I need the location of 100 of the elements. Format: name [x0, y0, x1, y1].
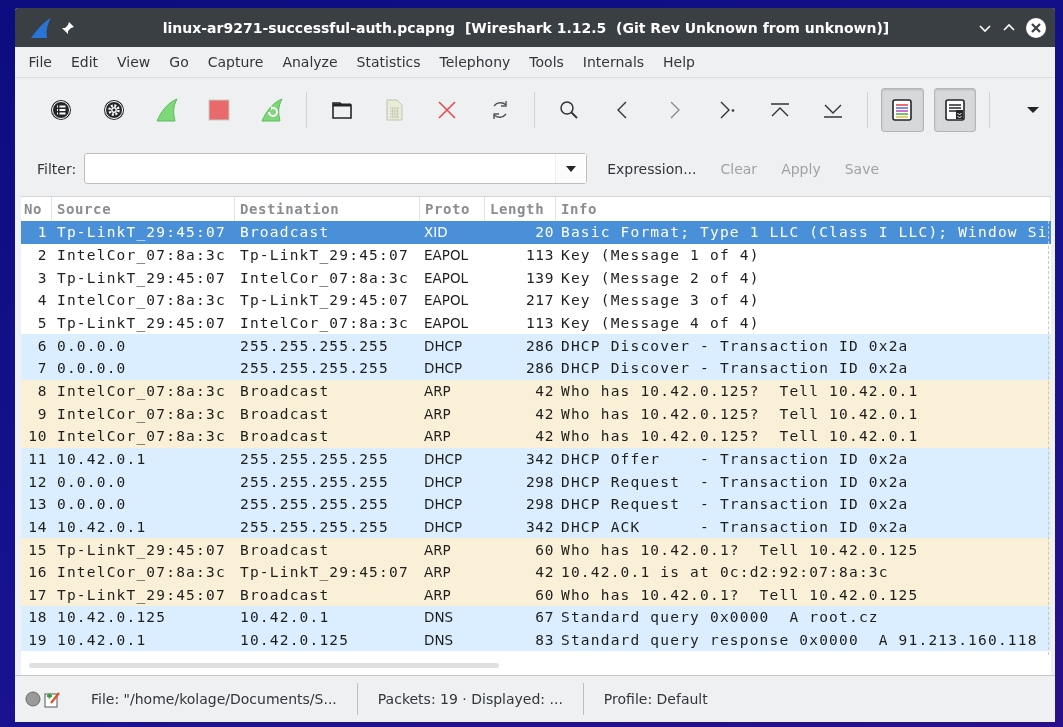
table-cell-text: 342: [525, 518, 555, 535]
table-cell-text: 255.255.255.255: [239, 473, 390, 490]
table-cell-text: Tp-LinkT_29:45:07: [56, 541, 227, 558]
table-cell-text: EAPOL: [423, 292, 470, 309]
filter-field[interactable]: [84, 153, 588, 184]
table-cell-text: ARP: [423, 586, 452, 603]
table-cell-text: 8: [36, 382, 48, 399]
packet-row[interactable]: 19 10.42.0.1 10.42.0.125 DNS 83 Standard query response 0x0000 A 91.213.160.118: [21, 628, 1051, 652]
table-cell-text: 83: [534, 632, 555, 649]
table-cell-text: DHCP Discover - Transaction ID 0x2a: [560, 337, 910, 354]
pin-icon[interactable]: [61, 20, 75, 35]
packet-row[interactable]: 8 IntelCor_07:8a:3c Broadcast ARP 42 Who has 10.42.0.125? Tell 10.42.0.1: [21, 379, 1051, 403]
table-cell-text: 15: [27, 541, 48, 558]
table-cell-text: Tp-LinkT_29:45:07: [56, 224, 227, 241]
table-cell-text: 67: [534, 609, 555, 626]
table-cell-text: 255.255.255.255: [239, 496, 390, 513]
table-cell-text: 217: [525, 292, 555, 309]
table-cell-text: IntelCor_07:8a:3c: [56, 247, 227, 263]
table-cell-text: 286: [525, 337, 555, 354]
table-cell-text: 12: [27, 473, 48, 490]
table-cell-text: Key (Message 1 of 4): [560, 247, 761, 263]
packet-row[interactable]: 15 Tp-LinkT_29:45:07 Broadcast ARP 60 Who has 10.42.0.1? Tell 10.42.0.125: [21, 538, 1051, 561]
table-cell-text: Key (Message 4 of 4): [560, 314, 761, 331]
menu-item[interactable]: File: [19, 54, 62, 70]
profile-text: Profile: Default: [603, 691, 708, 707]
table-cell-text: 10.42.0.125: [239, 632, 351, 649]
table-cell-text: Tp-LinkT_29:45:07: [239, 292, 410, 309]
table-cell-text: 16: [27, 564, 48, 581]
table-cell-text: 14: [27, 518, 48, 535]
table-cell-text: DHCP: [423, 496, 464, 513]
table-cell-text: 42: [534, 382, 555, 399]
menu-item[interactable]: Help: [653, 54, 705, 70]
table-cell-text: Tp-LinkT_29:45:07: [239, 564, 410, 581]
table-cell-text: 10.42.0.1: [56, 632, 148, 649]
menu-item[interactable]: Statistics: [347, 54, 431, 70]
table-cell-text: Broadcast: [239, 382, 331, 399]
table-cell-text: 11: [27, 450, 48, 467]
table-cell-text: DHCP: [423, 473, 464, 490]
table-cell-text: Broadcast: [239, 541, 331, 558]
menu-item[interactable]: Internals: [573, 54, 654, 70]
table-cell-text: 60: [534, 586, 555, 603]
packet-row[interactable]: 12 0.0.0.0 255.255.255.255 DHCP 298 DHCP Request - Transaction ID 0x2a: [21, 470, 1051, 493]
table-cell-text: 7: [36, 360, 48, 377]
packet-row[interactable]: 11 10.42.0.1 255.255.255.255 DHCP 342 DHCP Offer - Transaction ID 0x2a: [21, 447, 1051, 471]
table-cell-text: 6: [36, 337, 48, 354]
packet-row[interactable]: 18 10.42.0.125 10.42.0.1 DNS 67 Standard query 0x0000 A root.cz: [21, 606, 1051, 629]
table-cell-text: ARP: [423, 382, 452, 399]
document-scroll-icon: [943, 97, 967, 122]
table-cell-text: Tp-LinkT_29:45:07: [56, 314, 227, 331]
table-cell-text: 298: [525, 473, 555, 490]
table-cell-text: 0.0.0.0: [56, 337, 128, 354]
table-cell-text: 10.42.0.1 is at 0c:d2:92:07:8a:3c: [560, 564, 890, 581]
shark-fin-icon: [29, 15, 53, 40]
table-cell-text: 42: [534, 564, 555, 581]
menu-item[interactable]: View: [107, 54, 160, 70]
gear-icon: [102, 97, 126, 122]
dropdown-arrow-icon[interactable]: [566, 165, 577, 172]
packet-row[interactable]: 7 0.0.0.0 255.255.255.255 DHCP 286 DHCP Discover - Transaction ID 0x2a: [21, 356, 1051, 380]
table-cell-text: Who has 10.42.0.1? Tell 10.42.0.125: [560, 541, 920, 558]
table-cell-text: 10.42.0.125: [56, 609, 168, 626]
menu-item[interactable]: Analyze: [272, 54, 348, 70]
packet-row[interactable]: 6 0.0.0.0 255.255.255.255 DHCP 286 DHCP Discover - Transaction ID 0x2a: [21, 334, 1051, 357]
close-icon[interactable]: [1025, 16, 1047, 39]
toolbar-button[interactable]: [881, 87, 924, 132]
table-cell-text: DHCP: [423, 360, 464, 377]
menu-item[interactable]: Telephony: [430, 54, 520, 70]
packet-row[interactable]: 16 IntelCor_07:8a:3c Tp-LinkT_29:45:07 ARP 42 10.42.0.1 is at 0c:d2:92:07:8a:3c: [21, 560, 1051, 584]
menu-item[interactable]: Tools: [519, 54, 574, 70]
table-cell-text: IntelCor_07:8a:3c: [239, 269, 410, 286]
packet-row[interactable]: 13 0.0.0.0 255.255.255.255 DHCP 298 DHCP Request - Transaction ID 0x2a: [21, 492, 1051, 516]
table-cell-text: IntelCor_07:8a:3c: [56, 564, 227, 581]
table-cell-text: ARP: [423, 541, 452, 558]
horizontal-scrollbar[interactable]: [29, 663, 499, 669]
menu-item[interactable]: Edit: [61, 54, 108, 70]
menu-item[interactable]: Capture: [198, 54, 273, 70]
table-cell-text: ARP: [423, 405, 452, 422]
interfaces-list-icon: [49, 97, 74, 122]
toolbar-button[interactable]: [933, 87, 977, 132]
table-cell-text: 286: [525, 360, 555, 377]
table-cell-text: EAPOL: [423, 269, 470, 286]
packet-row[interactable]: 10 IntelCor_07:8a:3c Broadcast ARP 42 Who has 10.42.0.125? Tell 10.42.0.1: [21, 424, 1051, 448]
packet-row[interactable]: 14 10.42.0.1 255.255.255.255 DHCP 342 DHCP ACK - Transaction ID 0x2a: [21, 515, 1051, 539]
dropdown-arrow-icon: [1026, 106, 1039, 113]
edit-note-icon[interactable]: [44, 690, 61, 708]
table-cell-text: 0.0.0.0: [56, 473, 128, 490]
table-cell-text: 255.255.255.255: [239, 337, 390, 354]
table-cell-text: Key (Message 2 of 4): [560, 269, 761, 286]
table-cell-text: Who has 10.42.0.1? Tell 10.42.0.125: [560, 586, 920, 603]
filter-label: Filter:: [37, 160, 77, 177]
table-cell-text: Who has 10.42.0.125? Tell 10.42.0.1: [560, 382, 920, 399]
menu-item[interactable]: Go: [159, 54, 199, 70]
table-cell-text: DHCP ACK - Transaction ID 0x2a: [560, 518, 910, 535]
table-cell-text: 10.42.0.1: [239, 609, 331, 626]
packet-row[interactable]: 9 IntelCor_07:8a:3c Broadcast ARP 42 Who has 10.42.0.125? Tell 10.42.0.1: [21, 402, 1051, 425]
filter-action-button[interactable]: Expression...: [595, 160, 709, 177]
packet-row[interactable]: 17 Tp-LinkT_29:45:07 Broadcast ARP 60 Who has 10.42.0.1? Tell 10.42.0.125: [21, 583, 1051, 607]
table-cell-text: Who has 10.42.0.125? Tell 10.42.0.1: [560, 405, 920, 422]
table-cell-text: Key (Message 3 of 4): [560, 292, 761, 309]
status-circle-icon[interactable]: [25, 691, 41, 707]
table-cell-text: ARP: [423, 428, 452, 445]
